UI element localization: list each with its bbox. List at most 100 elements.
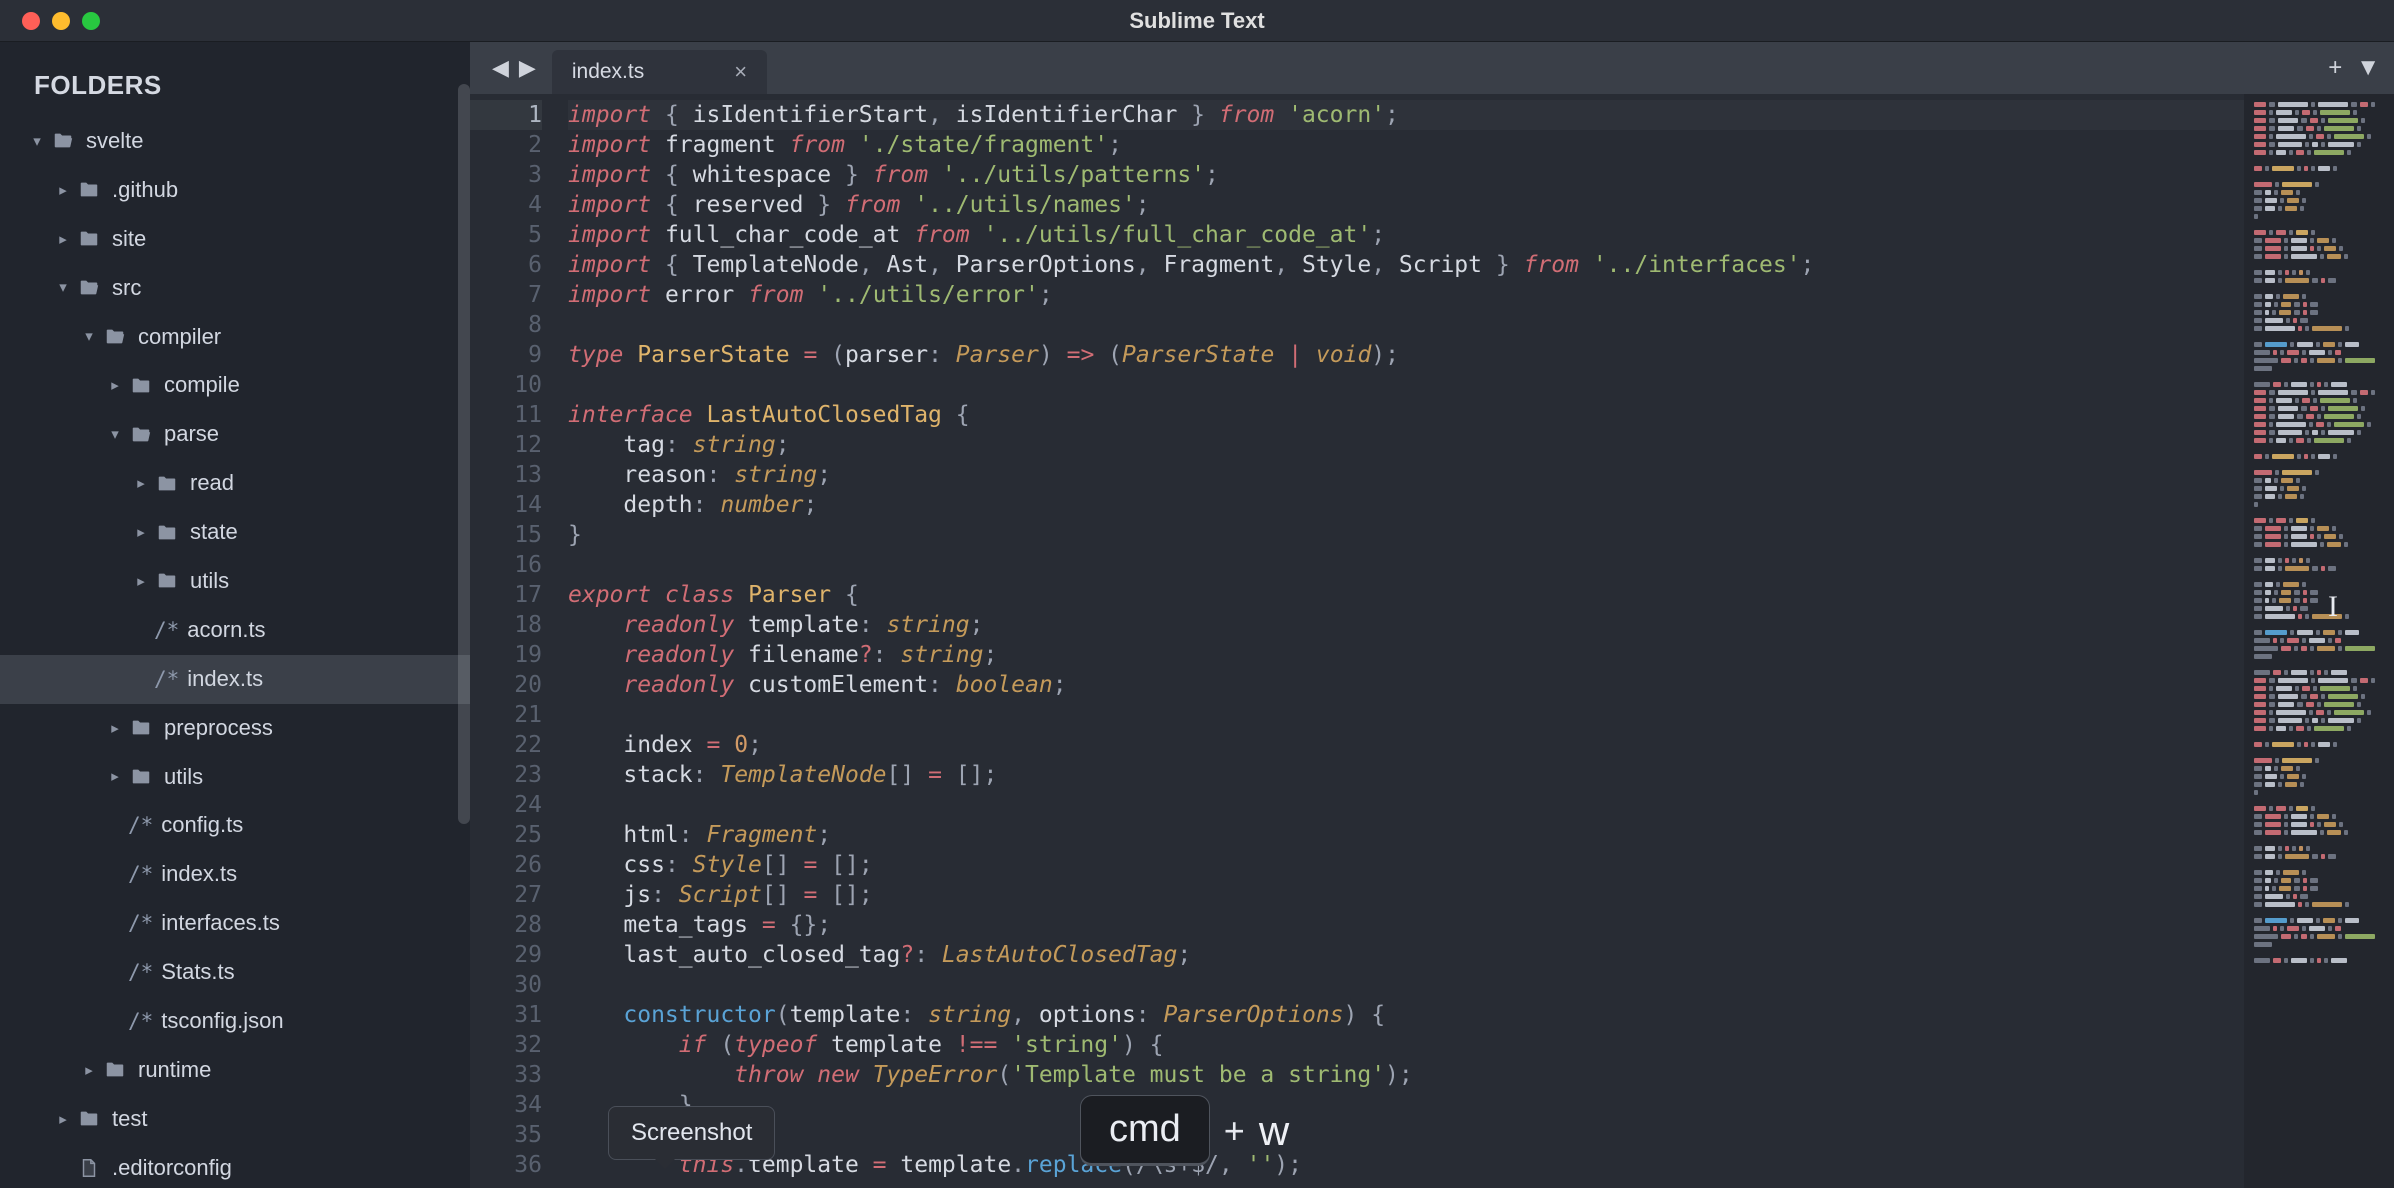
code-line[interactable] [568,790,2244,820]
code-line[interactable]: constructor(template: string, options: P… [568,1000,2244,1030]
code-line[interactable]: } [568,520,2244,550]
tab-close-icon[interactable]: × [734,59,747,85]
tree-file[interactable]: /*config.ts [0,801,470,850]
chevron-down-icon[interactable]: ▾ [82,322,96,351]
code-line[interactable]: css: Style[] = []; [568,850,2244,880]
tab-active[interactable]: index.ts × [552,50,767,94]
code-line[interactable]: last_auto_closed_tag?: LastAutoClosedTag… [568,940,2244,970]
tree-item-label: Stats.ts [161,951,234,994]
tree-item-label: compile [164,364,240,407]
line-number: 16 [470,550,542,580]
chevron-right-icon[interactable]: ▸ [108,371,122,400]
folder-icon [154,570,180,592]
chevron-right-icon[interactable]: ▸ [134,518,148,547]
line-number: 36 [470,1150,542,1180]
code-line[interactable]: import { TemplateNode, Ast, ParserOption… [568,250,2244,280]
tree-item-label: utils [164,756,203,799]
code-line[interactable]: depth: number; [568,490,2244,520]
code-line[interactable]: js: Script[] = []; [568,880,2244,910]
code-line[interactable]: this.template = template.replace(/\s+$/,… [568,1150,2244,1180]
tree-folder[interactable]: ▸ utils [0,557,470,606]
code-line[interactable] [568,700,2244,730]
editor-content[interactable]: 1234567891011121314151617181920212223242… [470,94,2394,1188]
chevron-down-icon[interactable]: ▾ [108,420,122,449]
code-line[interactable]: import full_char_code_at from '../utils/… [568,220,2244,250]
tree-file[interactable]: /*index.ts [0,655,470,704]
tree-item-label: utils [190,560,229,603]
window-close-button[interactable] [22,12,40,30]
tab-menu-icon[interactable]: ▼ [2356,54,2380,82]
line-number: 13 [470,460,542,490]
nav-back-icon[interactable]: ◀ [488,53,513,83]
tree-folder[interactable]: ▸runtime [0,1046,470,1095]
file-type-prefix: /* [128,854,153,895]
tree-file[interactable]: /*tsconfig.json [0,997,470,1046]
line-number: 4 [470,190,542,220]
tree-file[interactable]: /*Stats.ts [0,948,470,997]
tree-folder[interactable]: ▸.github [0,166,470,215]
tree-folder[interactable]: ▾ src [0,264,470,313]
window-maximize-button[interactable] [82,12,100,30]
line-number: 14 [470,490,542,520]
tree-item-label: src [112,267,141,310]
code-area[interactable]: import { isIdentifierStart, isIdentifier… [560,94,2244,1188]
code-line[interactable]: html: Fragment; [568,820,2244,850]
tree-folder[interactable]: ▸preprocess [0,704,470,753]
chevron-right-icon[interactable]: ▸ [82,1056,96,1085]
code-line[interactable]: readonly customElement: boolean; [568,670,2244,700]
code-line[interactable] [568,970,2244,1000]
code-line[interactable]: readonly filename?: string; [568,640,2244,670]
code-line[interactable]: throw new TypeError('Template must be a … [568,1060,2244,1090]
code-line[interactable] [568,550,2244,580]
code-line[interactable] [568,310,2244,340]
tree-folder[interactable]: ▸ utils [0,753,470,802]
tree-file[interactable]: /*acorn.ts [0,606,470,655]
tree-folder[interactable]: ▸site [0,215,470,264]
chevron-down-icon[interactable]: ▾ [56,273,70,302]
code-line[interactable]: reason: string; [568,460,2244,490]
tree-folder[interactable]: ▾parse [0,410,470,459]
code-line[interactable]: import fragment from './state/fragment'; [568,130,2244,160]
code-line[interactable]: stack: TemplateNode[] = []; [568,760,2244,790]
tree-file[interactable]: .editorconfig [0,1144,470,1188]
folder-icon [128,375,154,397]
code-line[interactable] [568,1120,2244,1150]
code-line[interactable]: index = 0; [568,730,2244,760]
code-line[interactable]: interface LastAutoClosedTag { [568,400,2244,430]
chevron-right-icon[interactable]: ▸ [56,1105,70,1134]
code-line[interactable]: import error from '../utils/error'; [568,280,2244,310]
code-line[interactable] [568,370,2244,400]
code-line[interactable]: import { isIdentifierStart, isIdentifier… [568,100,2244,130]
tree-folder[interactable]: ▾svelte [0,117,470,166]
tree-folder[interactable]: ▸test [0,1095,470,1144]
chevron-right-icon[interactable]: ▸ [56,225,70,254]
tree-folder[interactable]: ▸ compile [0,361,470,410]
code-line[interactable]: } [568,1090,2244,1120]
window-minimize-button[interactable] [52,12,70,30]
folder-icon [76,179,102,201]
code-line[interactable]: import { reserved } from '../utils/names… [568,190,2244,220]
tree-file[interactable]: /*interfaces.ts [0,899,470,948]
tree-file[interactable]: /*index.ts [0,850,470,899]
new-tab-icon[interactable]: + [2328,54,2342,82]
nav-forward-icon[interactable]: ▶ [515,53,540,83]
code-line[interactable]: export class Parser { [568,580,2244,610]
code-line[interactable]: if (typeof template !== 'string') { [568,1030,2244,1060]
traffic-lights [0,12,100,30]
sidebar-scrollbar[interactable] [458,84,470,824]
code-line[interactable]: readonly template: string; [568,610,2244,640]
code-line[interactable]: tag: string; [568,430,2244,460]
chevron-right-icon[interactable]: ▸ [134,567,148,596]
chevron-right-icon[interactable]: ▸ [108,714,122,743]
tree-folder[interactable]: ▾compiler [0,313,470,362]
chevron-down-icon[interactable]: ▾ [30,127,44,156]
code-line[interactable]: meta_tags = {}; [568,910,2244,940]
chevron-right-icon[interactable]: ▸ [56,176,70,205]
minimap[interactable] [2244,94,2394,1188]
code-line[interactable]: type ParserState = (parser: Parser) => (… [568,340,2244,370]
chevron-right-icon[interactable]: ▸ [108,762,122,791]
tree-folder[interactable]: ▸state [0,508,470,557]
code-line[interactable]: import { whitespace } from '../utils/pat… [568,160,2244,190]
chevron-right-icon[interactable]: ▸ [134,469,148,498]
tree-folder[interactable]: ▸read [0,459,470,508]
